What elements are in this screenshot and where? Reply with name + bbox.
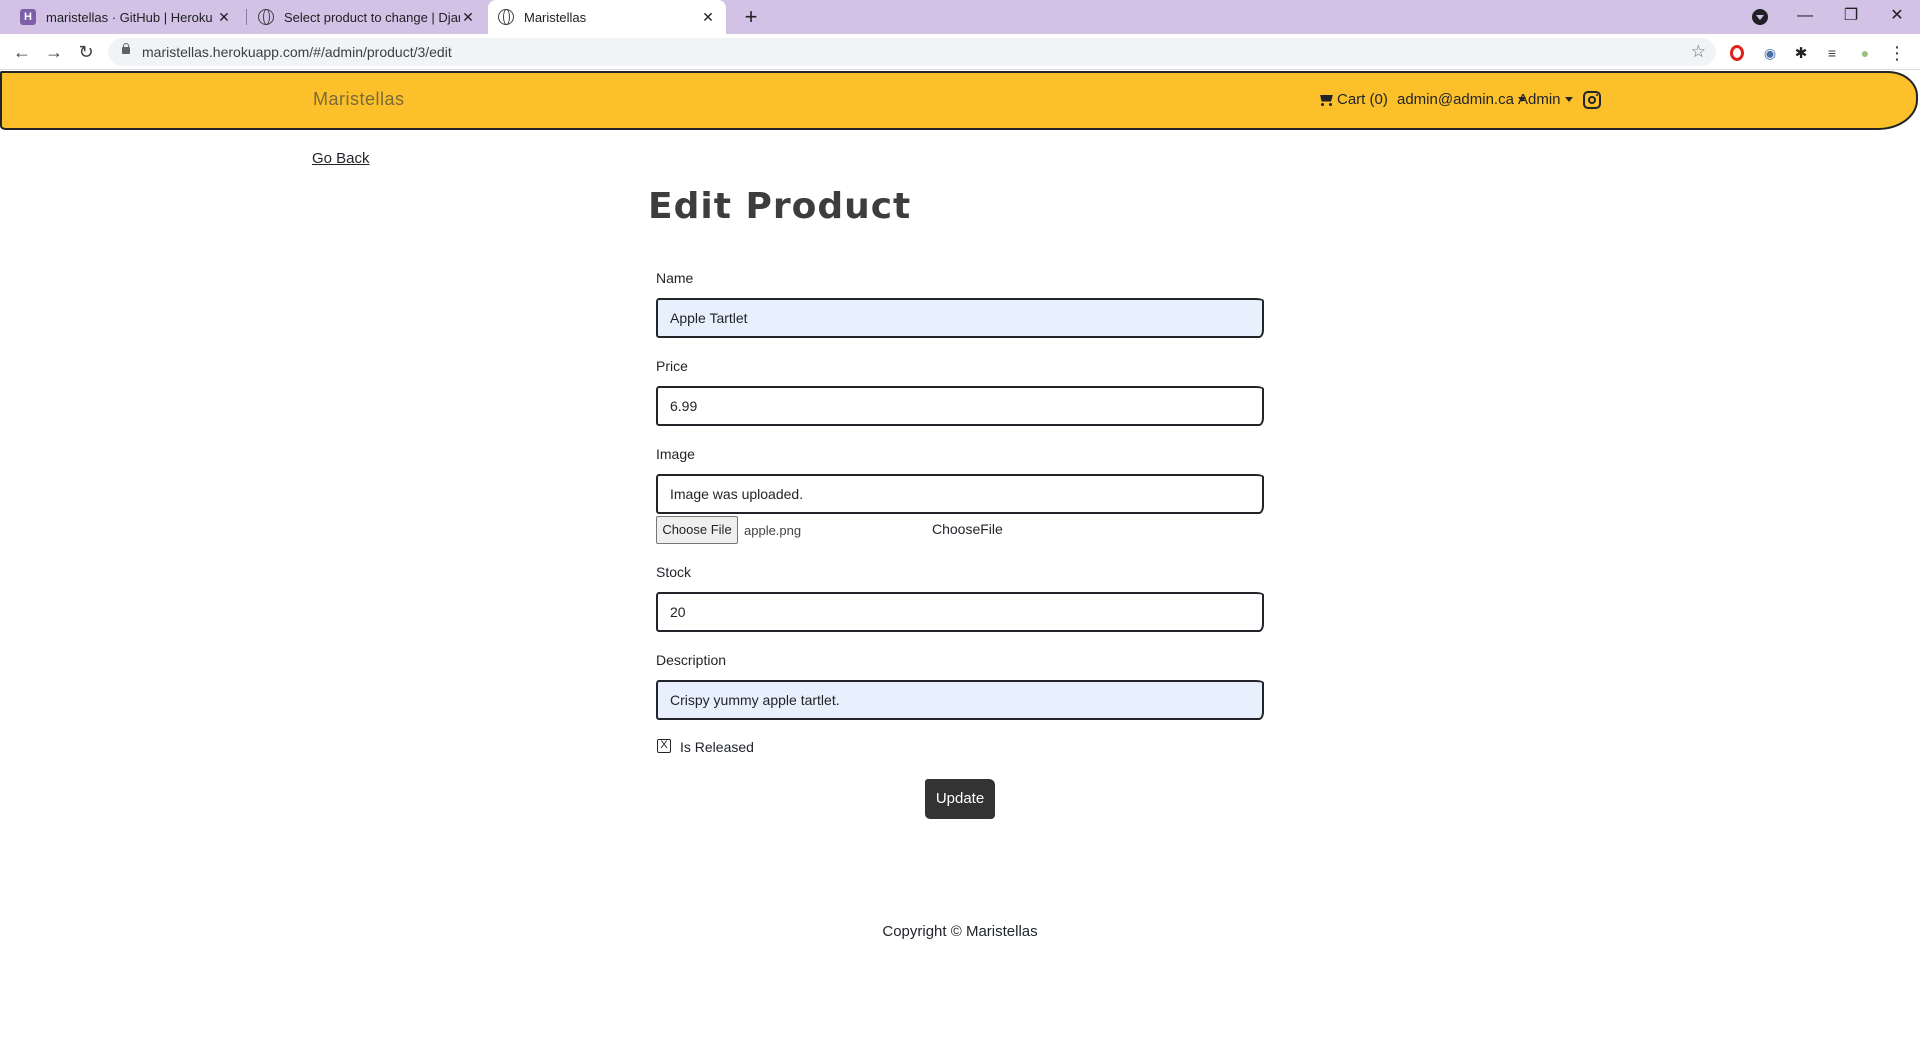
stock-input[interactable]: 20 (656, 592, 1264, 632)
page-title: Edit Product (648, 186, 912, 227)
instagram-icon[interactable] (1583, 91, 1601, 109)
forward-button[interactable]: → (40, 38, 68, 66)
close-window-button[interactable]: ✕ (1874, 0, 1920, 34)
brand-logo[interactable]: Maristellas (313, 89, 405, 110)
go-back-link[interactable]: Go Back (312, 150, 370, 167)
address-bar[interactable]: maristellas.herokuapp.com/#/admin/produc… (108, 38, 1716, 66)
selected-file-name: apple.png (744, 522, 802, 538)
maximize-button[interactable]: ❐ (1828, 0, 1874, 34)
image-label: Image (656, 446, 695, 462)
close-icon[interactable]: ✕ (700, 9, 716, 26)
tab-maristellas[interactable]: Maristellas ✕ (488, 0, 726, 34)
price-input[interactable]: 6.99 (656, 386, 1264, 426)
tab-django-admin[interactable]: Select product to change | Djang ✕ (248, 0, 486, 34)
browser-menu-icon[interactable]: ⋮ (1888, 43, 1906, 63)
footer-copyright: Copyright © Maristellas (882, 923, 1038, 940)
name-input[interactable]: Apple Tartlet (656, 298, 1264, 338)
update-button[interactable]: Update (925, 779, 995, 819)
admin-label: Admin (1518, 91, 1561, 108)
user-email: admin@admin.ca (1397, 91, 1514, 108)
back-button[interactable]: ← (8, 38, 36, 66)
lock-icon[interactable] (122, 43, 130, 54)
profile-avatar-icon[interactable]: ● (1856, 44, 1874, 62)
description-label: Description (656, 652, 727, 668)
close-icon[interactable]: ✕ (460, 9, 476, 26)
browser-toolbar: ← → ↻ maristellas.herokuapp.com/#/admin/… (0, 34, 1920, 70)
image-input[interactable]: Image was uploaded. (656, 474, 1264, 514)
close-icon[interactable]: ✕ (216, 9, 232, 26)
price-label: Price (656, 358, 688, 374)
site-navbar: Maristellas Cart (0) admin@admin.ca Admi… (0, 71, 1918, 130)
tab-title: Select product to change | Djang (284, 9, 460, 25)
admin-dropdown[interactable]: Admin (1518, 91, 1573, 108)
caret-down-icon (1564, 97, 1573, 102)
is-released-checkbox[interactable]: X (657, 739, 671, 753)
tab-divider (246, 9, 247, 25)
media-control-icon[interactable]: ≡ (1823, 44, 1841, 62)
reload-button[interactable]: ↻ (72, 38, 100, 66)
tab-search-icon[interactable] (1752, 9, 1768, 25)
is-released-label: Is Released (680, 739, 754, 755)
name-label: Name (656, 270, 694, 286)
tab-title: Maristellas (524, 9, 587, 25)
extension-icon[interactable]: ◉ (1761, 44, 1779, 62)
cart-label: Cart (0) (1337, 91, 1388, 108)
tab-github-heroku[interactable]: H maristellas · GitHub | Heroku ✕ (0, 0, 244, 34)
choose-file-label: ChooseFile (932, 521, 1003, 537)
url-text[interactable]: maristellas.herokuapp.com/#/admin/produc… (142, 38, 452, 66)
globe-icon (258, 9, 274, 25)
heroku-icon: H (20, 9, 36, 25)
minimize-button[interactable]: — (1782, 0, 1828, 34)
user-dropdown[interactable]: admin@admin.ca (1397, 91, 1526, 108)
cart-link[interactable]: Cart (0) (1318, 91, 1388, 108)
opera-extension-icon[interactable] (1730, 45, 1744, 61)
globe-icon (498, 9, 514, 25)
stock-label: Stock (656, 564, 692, 580)
new-tab-button[interactable]: + (738, 4, 764, 30)
shopping-cart-icon (1318, 93, 1335, 107)
description-input[interactable]: Crispy yummy apple tartlet. (656, 680, 1264, 720)
tab-title: maristellas · GitHub | Heroku (46, 9, 213, 25)
bookmark-star-icon[interactable]: ☆ (1691, 38, 1706, 66)
puzzle-extensions-icon[interactable]: ✱ (1792, 44, 1810, 62)
choose-file-button[interactable]: Choose File (656, 516, 738, 544)
browser-tab-strip: H maristellas · GitHub | Heroku ✕ Select… (0, 0, 1920, 34)
file-upload: Choose File apple.png (656, 516, 801, 544)
